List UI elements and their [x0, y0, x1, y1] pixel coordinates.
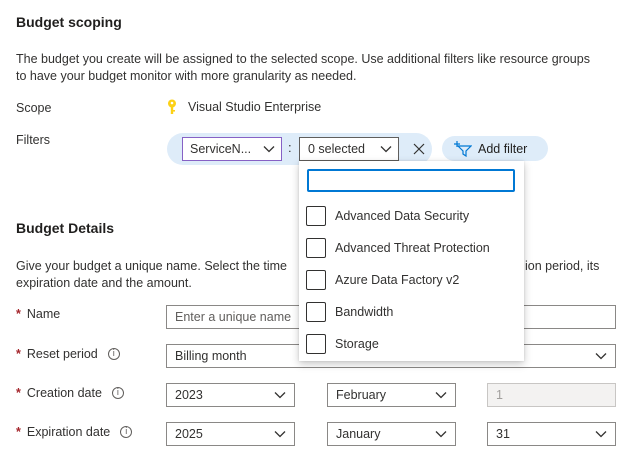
dropdown-option-azure-data-factory-v2[interactable]: Azure Data Factory v2 [306, 270, 459, 290]
checkbox[interactable] [306, 302, 326, 322]
reset-period-label: * Reset period i [16, 347, 120, 361]
expiration-day-value: 31 [496, 427, 510, 441]
creation-date-label: * Creation date i [16, 386, 124, 400]
expiration-month-dropdown[interactable]: January [327, 422, 456, 446]
add-filter-label: Add filter [478, 141, 528, 156]
option-label: Advanced Threat Protection [335, 241, 490, 255]
name-label: * Name [16, 307, 61, 321]
creation-year-value: 2023 [175, 388, 203, 402]
budget-scoping-heading: Budget scoping [16, 14, 122, 30]
creation-month-value: February [336, 388, 387, 402]
dropdown-option-bandwidth[interactable]: Bandwidth [306, 302, 393, 322]
chevron-down-icon [435, 431, 447, 438]
required-mark: * [16, 347, 21, 361]
add-filter-icon [454, 140, 472, 157]
reset-period-value: Billing month [175, 349, 247, 363]
checkbox[interactable] [306, 238, 326, 258]
info-icon[interactable]: i [111, 387, 124, 399]
expiration-date-label: * Expiration date i [16, 425, 133, 439]
filters-label: Filters [16, 133, 51, 147]
details-description-line1-right: ion period, its [525, 259, 600, 273]
chevron-down-icon [274, 431, 286, 438]
scope-label: Scope [16, 101, 52, 115]
chevron-down-icon [263, 146, 275, 153]
filter-field-dropdown[interactable]: ServiceN... [182, 137, 282, 161]
checkbox[interactable] [306, 334, 326, 354]
creation-day-field: 1 [487, 383, 616, 407]
key-icon [168, 99, 176, 114]
checkbox[interactable] [306, 206, 326, 226]
dropdown-option-storage[interactable]: Storage [306, 334, 379, 354]
chevron-down-icon [380, 146, 392, 153]
add-filter-button[interactable]: Add filter [442, 136, 548, 161]
info-icon[interactable]: i [120, 426, 133, 438]
scoping-description-line2: to have your budget monitor with more gr… [16, 69, 357, 83]
chevron-down-icon [435, 392, 447, 399]
filter-value-text: 0 selected [308, 142, 365, 156]
expiration-year-dropdown[interactable]: 2025 [166, 422, 295, 446]
filter-value-dropdown[interactable]: 0 selected [299, 137, 399, 161]
scoping-description-line1: The budget you create will be assigned t… [16, 52, 590, 66]
option-label: Bandwidth [335, 305, 394, 319]
scope-value-text: Visual Studio Enterprise [188, 100, 322, 114]
option-label: Storage [335, 337, 379, 351]
filter-colon: : [288, 140, 292, 155]
filter-value-dropdown-panel: Advanced Data Security Advanced Threat P… [299, 161, 524, 361]
creation-day-value: 1 [496, 388, 503, 402]
option-label: Azure Data Factory v2 [335, 273, 460, 287]
dropdown-search-input[interactable] [307, 169, 515, 192]
chevron-down-icon [274, 392, 286, 399]
details-description-line1-left: Give your budget a unique name. Select t… [16, 259, 287, 273]
option-label: Advanced Data Security [335, 209, 470, 223]
name-placeholder: Enter a unique name [175, 310, 292, 324]
expiration-year-value: 2025 [175, 427, 203, 441]
checkbox[interactable] [306, 270, 326, 290]
details-description-line2: expiration date and the amount. [16, 276, 192, 290]
scope-value: Visual Studio Enterprise [166, 99, 321, 115]
budget-details-heading: Budget Details [16, 220, 115, 236]
chevron-down-icon [595, 431, 607, 438]
creation-month-dropdown[interactable]: February [327, 383, 456, 407]
required-mark: * [16, 425, 21, 439]
expiration-month-value: January [336, 427, 381, 441]
creation-year-dropdown[interactable]: 2023 [166, 383, 295, 407]
chevron-down-icon [595, 353, 607, 360]
close-icon[interactable] [411, 141, 427, 157]
filter-field-text: ServiceN... [190, 142, 252, 156]
info-icon[interactable]: i [107, 348, 120, 360]
expiration-day-dropdown[interactable]: 31 [487, 422, 616, 446]
dropdown-option-advanced-data-security[interactable]: Advanced Data Security [306, 206, 469, 226]
dropdown-option-advanced-threat-protection[interactable]: Advanced Threat Protection [306, 238, 490, 258]
required-mark: * [16, 386, 21, 400]
required-mark: * [16, 307, 21, 321]
